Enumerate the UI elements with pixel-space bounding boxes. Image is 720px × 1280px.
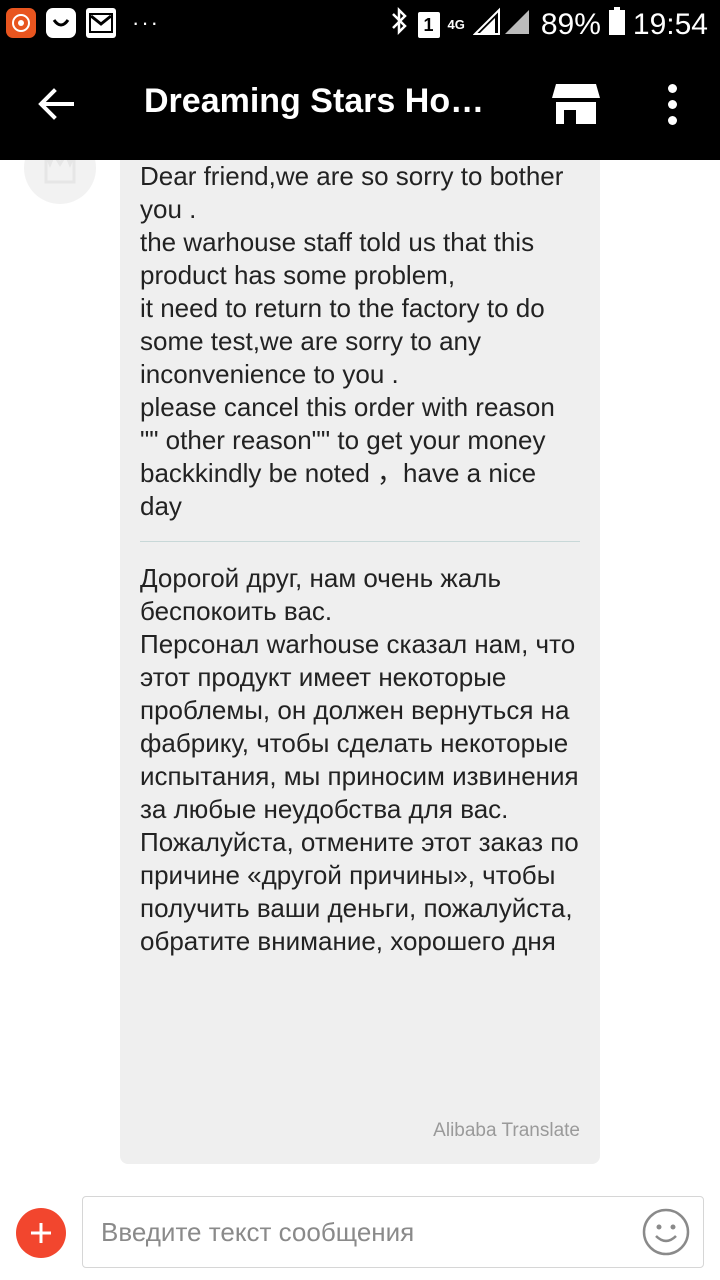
incoming-message-bubble[interactable]: Dear friend,we are so sorry to bother yo… — [120, 160, 600, 1164]
translation-divider — [140, 541, 580, 542]
status-notifications: ··· — [6, 8, 160, 38]
aliexpress-icon — [6, 8, 36, 38]
plus-icon — [31, 1223, 51, 1243]
message-original-text: Dear friend,we are so sorry to bother yo… — [140, 161, 564, 521]
more-notifications-indicator: ··· — [132, 10, 160, 35]
add-attachment-button[interactable] — [16, 1208, 66, 1258]
bluetooth-icon — [390, 6, 410, 44]
back-button[interactable] — [30, 78, 82, 130]
more-options-button[interactable] — [652, 78, 692, 130]
network-type: 4G — [447, 17, 465, 32]
store-button[interactable] — [548, 76, 604, 132]
battery-icon — [608, 7, 625, 43]
sim-badge: 1 — [417, 12, 440, 38]
store-icon — [552, 84, 600, 124]
status-system: 1 4G 89% 19:54 — [390, 6, 708, 44]
chat-area[interactable]: Dear friend,we are so sorry to bother yo… — [0, 160, 720, 1180]
store-avatar-icon — [44, 160, 76, 184]
gmail-icon — [86, 8, 116, 38]
smiley-icon — [642, 1208, 690, 1256]
emoji-button[interactable] — [641, 1207, 691, 1257]
translator-label: Alibaba Translate — [433, 1120, 580, 1141]
seller-avatar[interactable] — [24, 160, 96, 204]
signal-icon — [472, 6, 533, 44]
clock: 19:54 — [632, 8, 708, 41]
notification-app-icon — [46, 8, 76, 38]
status-bar: ··· 1 4G 89% 19:54 — [0, 0, 720, 48]
message-input[interactable] — [101, 1197, 631, 1267]
message-composer — [0, 1180, 720, 1280]
message-translated-text: Дорогой друг, нам очень жаль беспокоить … — [140, 563, 579, 956]
arrow-left-icon — [38, 88, 74, 120]
message-input-wrapper — [82, 1196, 704, 1268]
conversation-title[interactable]: Dreaming Stars Hou… — [144, 82, 504, 121]
top-toolbar: Dreaming Stars Hou… — [0, 48, 720, 160]
battery-percent: 89% — [540, 8, 601, 41]
more-vertical-icon — [667, 83, 677, 93]
